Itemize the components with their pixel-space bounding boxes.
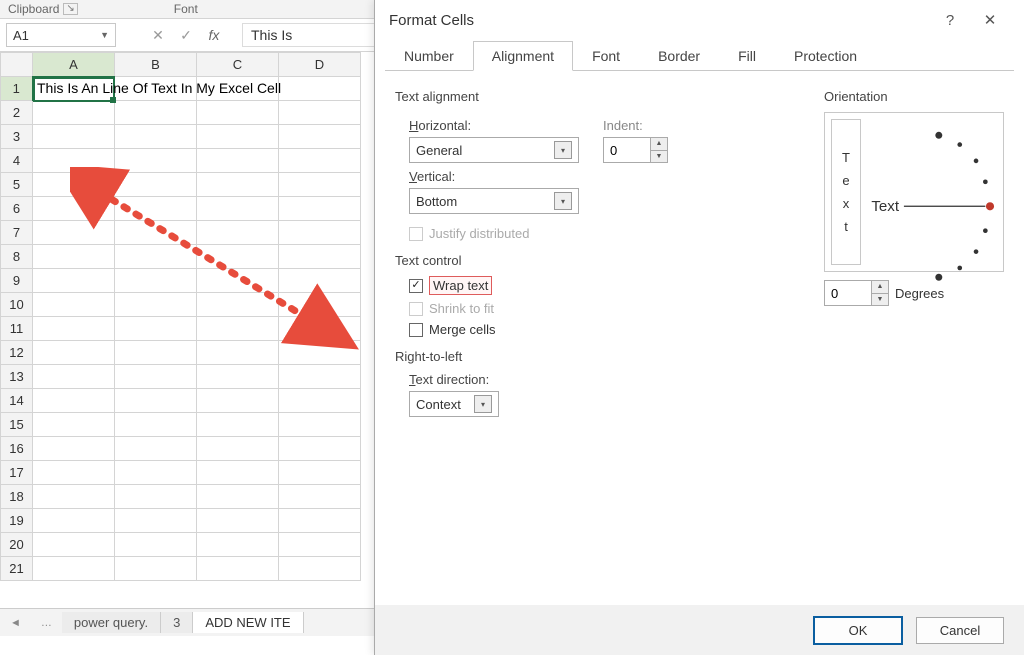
wrap-text-checkbox[interactable]: ✓ Wrap text Wrap text [409, 276, 824, 295]
col-header-A[interactable]: A [33, 53, 115, 77]
sheet-nav-left-icon[interactable]: ◄ [0, 617, 31, 629]
label-indent: Indent: [603, 118, 668, 133]
insert-function-icon[interactable]: fx [200, 27, 228, 43]
col-header-B[interactable]: B [115, 53, 197, 77]
justify-checkbox: Justify distributed [409, 226, 824, 241]
vertical-select[interactable]: Bottom ▾ [409, 188, 579, 214]
row-header[interactable]: 19 [1, 509, 33, 533]
shrink-checkbox: Shrink to fit [409, 301, 824, 316]
tab-number[interactable]: Number [385, 41, 473, 71]
label-text-direction: Text direction: [409, 372, 824, 387]
orientation-vertical-text[interactable]: T e x t [831, 119, 861, 265]
cancel-button[interactable]: Cancel [916, 617, 1004, 644]
col-header-C[interactable]: C [197, 53, 279, 77]
col-header-D[interactable]: D [279, 53, 361, 77]
label-vertical: Vertical: [409, 169, 579, 184]
tab-fill[interactable]: Fill [719, 41, 775, 71]
row-header[interactable]: 18 [1, 485, 33, 509]
row-header[interactable]: 13 [1, 365, 33, 389]
row-header[interactable]: 16 [1, 437, 33, 461]
row-header[interactable]: 4 [1, 149, 33, 173]
spin-down-icon[interactable]: ▼ [872, 294, 888, 306]
chevron-down-icon: ▾ [474, 395, 492, 413]
horizontal-select[interactable]: General ▾ [409, 137, 579, 163]
row-header[interactable]: 20 [1, 533, 33, 557]
text-direction-select[interactable]: Context ▾ [409, 391, 499, 417]
sheet-nav-more-icon[interactable]: … [31, 617, 62, 629]
vertical-value: Bottom [416, 194, 457, 209]
dialog-tabs: Number Alignment Font Border Fill Protec… [385, 40, 1014, 71]
row-header[interactable]: 17 [1, 461, 33, 485]
label-horizontal: HHorizontal:orizontal: [409, 118, 579, 133]
sheet-tab[interactable]: 3 [161, 612, 193, 633]
row-header[interactable]: 7 [1, 221, 33, 245]
spin-down-icon[interactable]: ▼ [651, 151, 667, 163]
select-all-corner[interactable] [1, 53, 33, 77]
row-header[interactable]: 1 [1, 77, 33, 101]
merge-checkbox[interactable]: Merge cells Merge cells [409, 322, 824, 337]
dialog-footer: OK Cancel [375, 605, 1024, 655]
ribbon-group-font: Font [174, 2, 198, 16]
tab-font[interactable]: Font [573, 41, 639, 71]
row-header[interactable]: 2 [1, 101, 33, 125]
tab-border[interactable]: Border [639, 41, 719, 71]
format-cells-dialog: Format Cells ? ✕ Number Alignment Font B… [374, 0, 1024, 655]
direction-value: Context [416, 397, 461, 412]
orientation-control[interactable]: T e x t Text Text [824, 112, 1004, 272]
row-header[interactable]: 8 [1, 245, 33, 269]
indent-stepper[interactable]: ▲▼ [603, 137, 668, 163]
sheet-tab[interactable]: power query. [62, 612, 161, 633]
chevron-down-icon: ▾ [554, 192, 572, 210]
row-header[interactable]: 11 [1, 317, 33, 341]
row-header[interactable]: 9 [1, 269, 33, 293]
chevron-down-icon: ▾ [554, 141, 572, 159]
dialog-title: Format Cells [389, 12, 474, 29]
checkmark-icon: ✓ [409, 279, 423, 293]
row-header[interactable]: 3 [1, 125, 33, 149]
name-box[interactable]: A1 ▼ [6, 23, 116, 47]
row-header[interactable]: 14 [1, 389, 33, 413]
section-orientation: Orientation [824, 89, 1004, 104]
tab-protection[interactable]: Protection [775, 41, 876, 71]
cancel-formula-icon[interactable]: ✕ [144, 27, 172, 44]
spin-up-icon[interactable]: ▲ [651, 138, 667, 151]
tab-alignment[interactable]: Alignment [473, 41, 573, 71]
sheet-tab[interactable]: ADD NEW ITE [193, 612, 303, 633]
dialog-close-button[interactable]: ✕ [970, 11, 1010, 29]
row-header[interactable]: 12 [1, 341, 33, 365]
cell-a1-overflow-text: This Is An Line Of Text In My Excel Cell [37, 80, 281, 96]
dialog-titlebar: Format Cells ? ✕ [375, 0, 1024, 40]
ribbon-clipboard-launcher-icon[interactable]: ↘ [63, 3, 77, 15]
row-header[interactable]: 21 [1, 557, 33, 581]
section-rtl: Right-to-left [395, 349, 824, 364]
name-box-value: A1 [13, 28, 29, 43]
orientation-text-label: Text [871, 198, 900, 215]
dialog-help-button[interactable]: ? [930, 12, 970, 29]
accept-formula-icon[interactable]: ✓ [172, 27, 200, 44]
horizontal-value: General [416, 143, 462, 158]
name-box-dropdown-icon[interactable]: ▼ [100, 30, 109, 40]
ok-button[interactable]: OK [814, 617, 902, 644]
ribbon-group-clipboard: Clipboard [8, 2, 59, 16]
row-header[interactable]: 6 [1, 197, 33, 221]
section-text-alignment: Text alignment [395, 89, 824, 104]
row-header[interactable]: 10 [1, 293, 33, 317]
section-text-control: Text control [395, 253, 824, 268]
row-header[interactable]: 5 [1, 173, 33, 197]
indent-value[interactable] [604, 138, 650, 162]
row-header[interactable]: 15 [1, 413, 33, 437]
degrees-value[interactable] [825, 281, 871, 305]
orientation-dial[interactable]: Text Text [869, 119, 997, 265]
